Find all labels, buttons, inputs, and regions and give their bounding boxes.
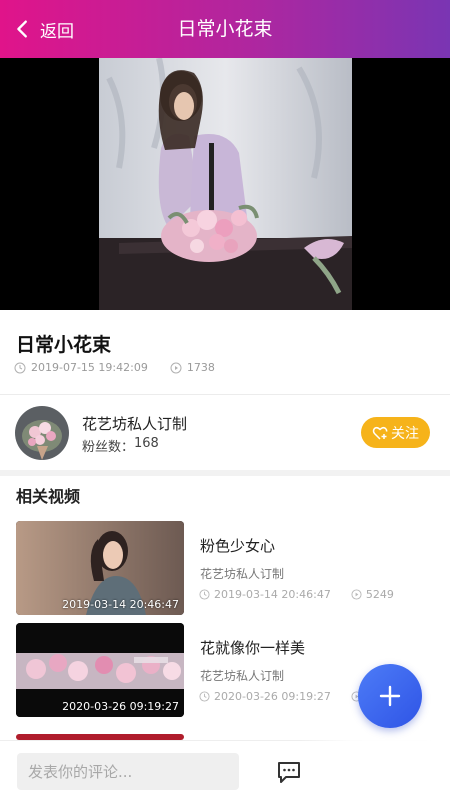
video-views: 1738 [186,361,215,374]
related-video-author: 花艺坊私人订制 [200,669,285,683]
fans-label: 粉丝数： [82,440,135,455]
related-section-title: 相关视频 [16,487,81,506]
video-meta: 2019-07-15 19:42:09 1738 [14,361,215,374]
related-video-views: 5249 [365,588,394,601]
clock-icon [14,362,26,373]
video-frame-image [99,58,352,310]
follow-label: 关注 [391,425,419,442]
author-row[interactable]: 花艺坊私人订制 粉丝数： 168 关注 [0,396,450,470]
follow-button[interactable]: 关注 [361,417,430,448]
add-fab-button[interactable] [358,664,422,728]
related-video-date: 2019-03-14 20:46:47 [214,588,331,601]
play-circle-icon [351,589,362,600]
thumbnail-date: 2019-03-14 20:46:47 [62,598,179,611]
video-date: 2019-07-15 19:42:09 [31,361,148,374]
clock-icon [199,589,210,600]
watermark-overlay [300,740,450,800]
related-video-thumbnail[interactable]: 2019-03-14 20:46:47 [16,521,184,615]
author-name[interactable]: 花艺坊私人订制 [82,413,187,434]
related-video-meta: 2020-03-26 09:19:27 4 [199,690,373,703]
avatar[interactable] [15,406,69,460]
page-title: 日常小花束 [177,18,273,40]
related-video-title[interactable]: 粉色少女心 [200,535,275,556]
fans-value: 168 [134,436,159,451]
section-divider [0,470,450,476]
video-info: 日常小花束 2019-07-15 19:42:09 1738 [0,310,450,395]
heart-plus-icon [372,426,388,440]
top-bar: 返回 日常小花束 [0,0,450,58]
comment-input[interactable] [17,753,239,790]
clock-icon [199,691,210,702]
thumbnail-date: 2020-03-26 09:19:27 [62,700,179,713]
play-circle-icon [170,362,182,373]
related-video-thumbnail[interactable]: 2020-03-26 09:19:27 [16,623,184,717]
plus-icon [379,685,401,707]
video-player[interactable] [0,58,450,310]
comment-icon[interactable] [276,759,302,785]
related-video-author: 花艺坊私人订制 [200,567,285,581]
fans-count: 粉丝数： 168 [82,436,159,455]
related-video-date: 2020-03-26 09:19:27 [214,690,331,703]
related-video-meta: 2019-03-14 20:46:47 5249 [199,588,394,601]
related-video-title[interactable]: 花就像你一样美 [200,637,305,658]
related-video-item[interactable]: 2019-03-14 20:46:47 粉色少女心 花艺坊私人订制 2019-0… [0,521,450,616]
video-title: 日常小花束 [16,334,112,356]
